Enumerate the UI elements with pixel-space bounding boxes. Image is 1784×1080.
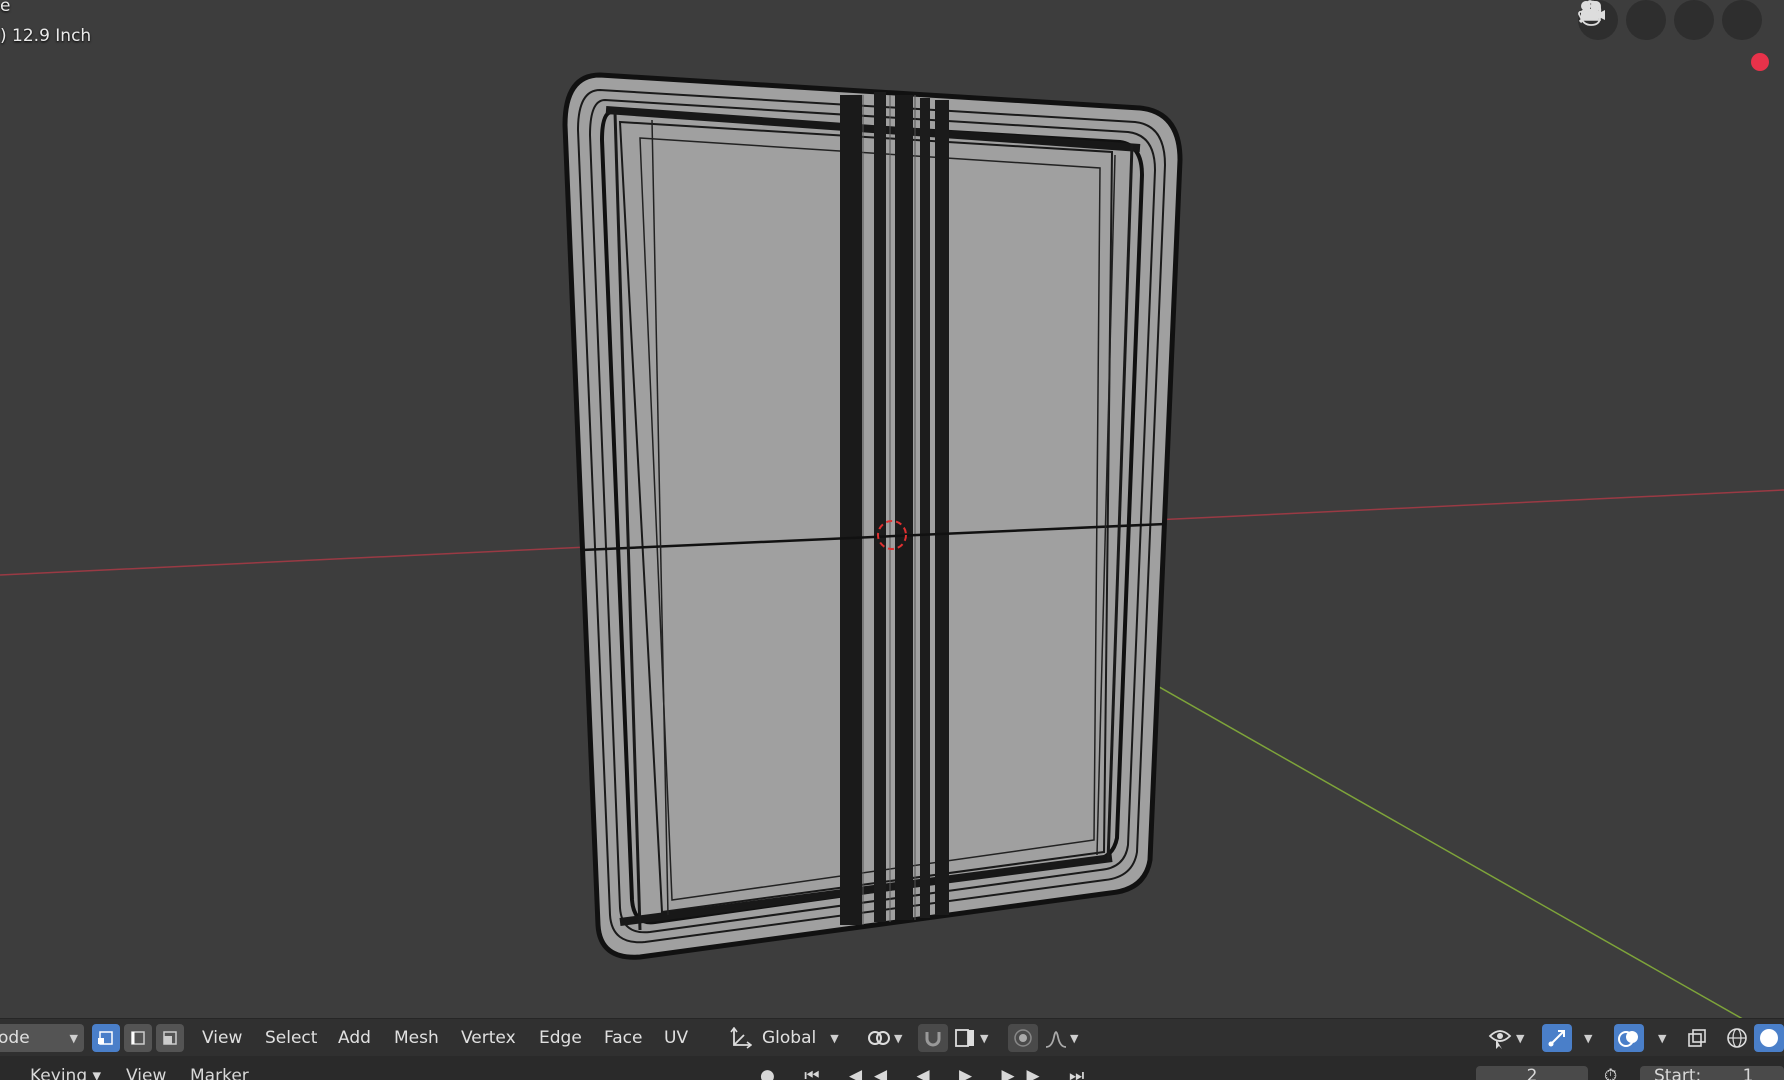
gizmo-icon [1548, 1030, 1565, 1047]
overlay-icon [1618, 1031, 1638, 1047]
select-mode-group [92, 1024, 184, 1052]
timeline-view-menu[interactable]: View [126, 1066, 166, 1080]
falloff-dropdown[interactable]: ▼ [1044, 1024, 1078, 1052]
overlay-toggle-button[interactable] [1614, 1024, 1644, 1052]
start-label: Start: [1654, 1066, 1702, 1080]
visibility-dropdown[interactable]: ▼ [1488, 1024, 1524, 1052]
magnet-icon [925, 1032, 941, 1047]
menu-mesh-label: Mesh [394, 1028, 439, 1048]
chevron-down-icon: ▼ [1516, 1031, 1525, 1045]
active-object-name: ) 12.9 Inch [0, 26, 92, 46]
gizmo-toggle-button[interactable] [1542, 1024, 1572, 1052]
xray-icon [1688, 1029, 1706, 1047]
3d-viewport[interactable]: e ) 12.9 Inch [0, 0, 1784, 1080]
current-frame-field[interactable]: 2 [1476, 1066, 1588, 1080]
navigation-gizmos [1578, 0, 1762, 40]
menu-edge[interactable]: Edge [539, 1024, 582, 1052]
transform-orientation-icon [730, 1027, 752, 1049]
overlay-dropdown[interactable]: ▼ [1652, 1024, 1666, 1052]
hand-icon[interactable] [1578, 0, 1714, 40]
eye-pointer-icon [1488, 1030, 1512, 1049]
menu-select[interactable]: Select [265, 1024, 317, 1052]
menu-add[interactable]: Add [338, 1024, 371, 1052]
tablet-mesh[interactable] [562, 72, 1183, 960]
menu-face[interactable]: Face [604, 1024, 642, 1052]
menu-select-label: Select [265, 1028, 318, 1048]
chevron-down-icon: ▼ [894, 1031, 903, 1045]
menu-uv[interactable]: UV [664, 1024, 688, 1052]
menu-uv-label: UV [664, 1028, 689, 1048]
current-frame-value: 2 [1526, 1066, 1538, 1080]
mode-label: ode [0, 1028, 30, 1048]
timeline-marker-menu[interactable]: Marker [190, 1066, 249, 1080]
pivot-point-dropdown[interactable]: ▼ [866, 1024, 902, 1052]
snap-target-dropdown[interactable]: ▼ [954, 1024, 988, 1052]
menu-edge-label: Edge [539, 1028, 582, 1048]
chevron-down-icon: ▼ [1584, 1031, 1593, 1045]
start-value: 1 [1742, 1066, 1754, 1080]
xray-toggle-button[interactable] [1682, 1024, 1712, 1052]
snap-toggle-button[interactable] [918, 1024, 948, 1052]
playback-controls[interactable]: ● ⏮ ◀◀ ◀ ▶ ▶▶ ⏭ [760, 1066, 1096, 1080]
menu-view[interactable]: View [202, 1024, 242, 1052]
timeline-header: Keying ▾ View Marker ● ⏮ ◀◀ ◀ ▶ ▶▶ ⏭ 2 S… [0, 1056, 1784, 1080]
mode-dropdown[interactable]: ode ▼ [0, 1024, 84, 1052]
orientation-dropdown[interactable]: Global ▼ [730, 1024, 852, 1052]
viewport-scene [0, 72, 1784, 1023]
falloff-curve-icon [1045, 1031, 1067, 1048]
menu-view-label: View [202, 1028, 243, 1048]
solid-sphere-icon [1760, 1029, 1778, 1047]
camera-icon[interactable] [1581, 0, 1666, 40]
proportional-editing-button[interactable] [1008, 1024, 1038, 1052]
chevron-down-icon: ▼ [69, 1031, 78, 1045]
menu-face-label: Face [604, 1028, 643, 1048]
zoom-icon[interactable] [1578, 0, 1762, 40]
gizmo-dropdown[interactable]: ▼ [1578, 1024, 1592, 1052]
stopwatch-icon[interactable]: ⏱ [1604, 1066, 1617, 1080]
proportional-edit-icon [1014, 1029, 1032, 1047]
wireframe-shading-button[interactable] [1722, 1024, 1752, 1052]
edge-select-button[interactable] [124, 1024, 152, 1052]
pivot-link-icon [868, 1031, 890, 1045]
chevron-down-icon: ▼ [830, 1031, 839, 1045]
chevron-down-icon: ▼ [1070, 1031, 1079, 1045]
record-indicator-icon [1751, 53, 1769, 71]
menu-add-label: Add [338, 1028, 371, 1048]
menu-vertex[interactable]: Vertex [461, 1024, 516, 1052]
orientation-label: Global [762, 1028, 817, 1048]
viewport-header: ode ▼ View Select Add Mesh Vertex Edge Fa… [0, 1018, 1784, 1057]
keying-dropdown[interactable]: Keying ▾ [30, 1066, 101, 1080]
wireframe-sphere-icon [1727, 1028, 1747, 1048]
start-frame-field[interactable]: Start: 1 [1640, 1066, 1784, 1080]
keying-label: Keying [30, 1066, 88, 1080]
menu-vertex-label: Vertex [461, 1028, 516, 1048]
snap-increment-icon [955, 1029, 974, 1047]
menu-mesh[interactable]: Mesh [394, 1024, 439, 1052]
chevron-down-icon: ▼ [1658, 1031, 1667, 1045]
viewport-title-fragment: e [0, 0, 11, 16]
face-select-button[interactable] [156, 1024, 184, 1052]
chevron-down-icon: ▼ [980, 1031, 989, 1045]
vertex-select-button[interactable] [92, 1024, 120, 1052]
solid-shading-button[interactable] [1754, 1024, 1784, 1052]
